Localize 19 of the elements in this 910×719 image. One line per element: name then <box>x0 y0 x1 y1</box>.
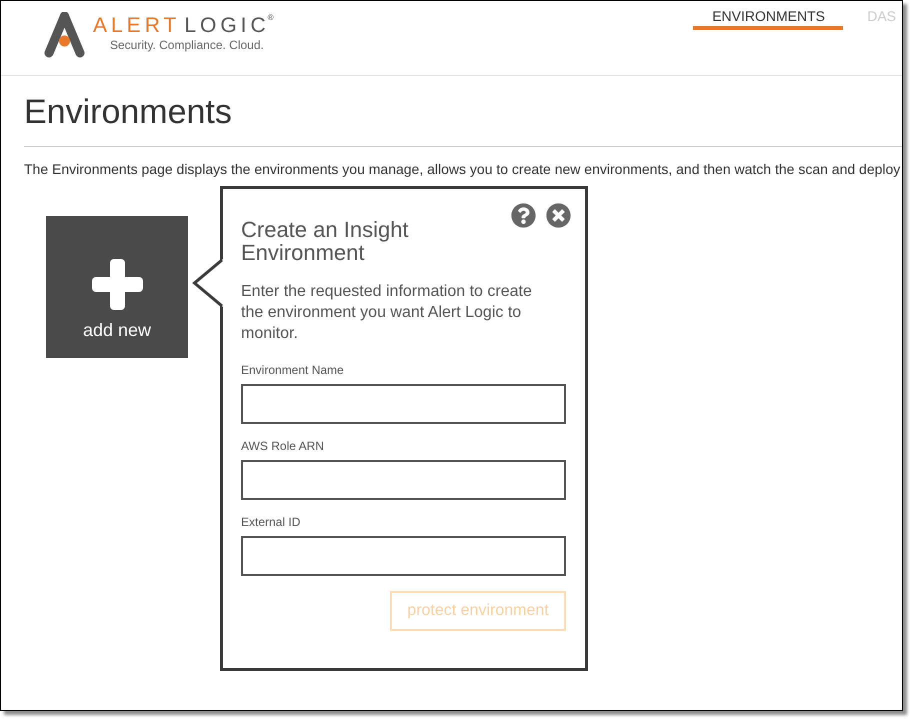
page-title: Environments <box>24 92 232 132</box>
nav-tab[interactable]: ENVIRONMENTS <box>693 1 844 30</box>
logo-tagline: Security. Compliance. Cloud. <box>110 38 265 52</box>
panel-title: Create an Insight Environment <box>241 218 410 264</box>
registered-mark: ® <box>268 13 274 23</box>
input-field[interactable] <box>241 536 566 576</box>
close-icon[interactable] <box>546 203 571 228</box>
field-label: AWS Role ARN <box>241 438 324 454</box>
logo-icon <box>43 12 86 59</box>
plus-icon <box>92 259 142 310</box>
input-field[interactable] <box>241 384 566 424</box>
page-description: The Environments page displays the environments you manage, allows you to create new environments, and then watch the scan and deploy <box>24 161 900 178</box>
input-field[interactable] <box>241 460 566 500</box>
field-label: Environment Name <box>241 362 344 378</box>
logo-wordmark-accent: ALERT <box>93 13 180 39</box>
add-new-tile[interactable]: add new <box>46 216 188 358</box>
help-icon[interactable] <box>511 203 536 228</box>
panel-intro: Enter the requested information to create the environment you want Alert Logic to monitor. <box>241 282 533 344</box>
field-label: External ID <box>241 514 300 530</box>
